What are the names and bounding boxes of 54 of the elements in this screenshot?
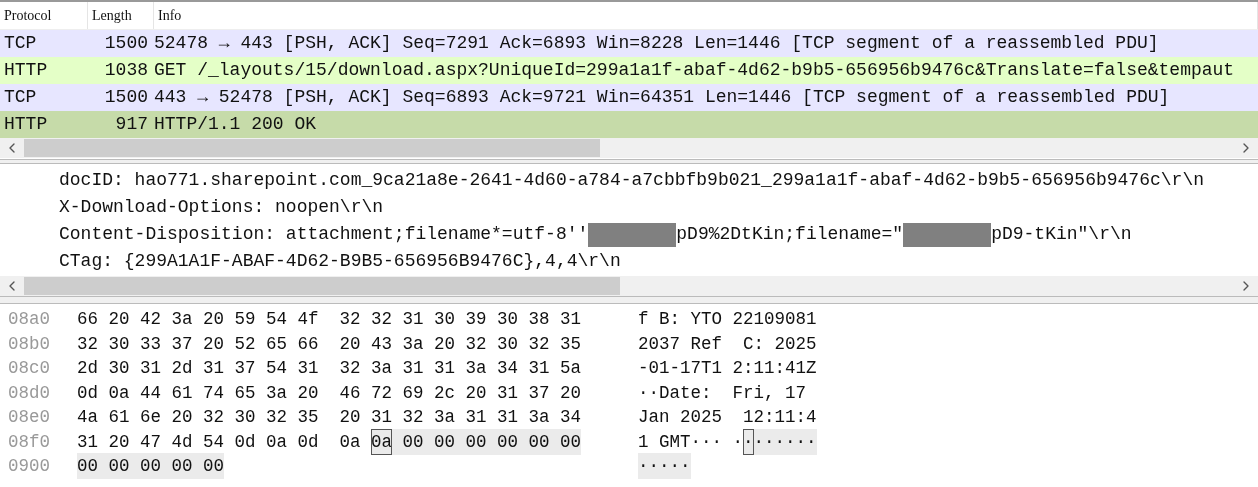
hex-bytes: 00 00 00 00 00: [77, 453, 225, 480]
ascii-text: ··Date: Fri, 17: [638, 381, 808, 405]
column-header[interactable]: Protocol: [0, 2, 88, 29]
ascii-text: f B: YTO 22109081: [638, 308, 817, 332]
scrollbar-thumb[interactable]: [24, 277, 620, 295]
protocol-cell-text: HTTP: [3, 113, 49, 136]
protocol-cell-text: HTTP: [3, 59, 49, 82]
horizontal-scrollbar[interactable]: [0, 276, 1258, 296]
length-cell-text: 917: [114, 113, 149, 136]
hex-bytes: 31 20 47 4d 54 0d 0a 0d 0a: [77, 430, 362, 454]
ascii-text: ·····: [638, 453, 691, 480]
length-cell-text: 1038: [103, 59, 149, 82]
offset-label: 08c0: [7, 357, 51, 381]
length-cell-text: 1500: [103, 86, 149, 109]
info-cell-text: 52478 → 443 [PSH, ACK] Seq=7291 Ack=6893 Win=8228 Len=1446 [TCP segment of a reassembled PDU]: [154, 32, 1159, 55]
packet-row[interactable]: HTTP 1038 GET /_layouts/15/download.aspx?UniqueId=299a1a1f-abaf-4d62-b9b5-656956b9476c&Translate=false&tempaut: [0, 57, 1258, 84]
offset-label: 08e0: [7, 406, 51, 430]
offset-label: 08a0: [7, 308, 51, 332]
info-cell-text: GET /_layouts/15/download.aspx?UniqueId=299a1a1f-abaf-4d62-b9b5-656956b9476c&Translate=false&tempaut: [154, 59, 1235, 82]
cursor-hex-bytes: 0a: [371, 428, 393, 455]
offset-label: 08b0: [7, 332, 51, 356]
packet-row[interactable]: TCP 1500 443 → 52478 [PSH, ACK] Seq=6893 Ack=9721 Win=64351 Len=1446 [TCP segment of a reassembled PDU]: [0, 84, 1258, 111]
info-cell-text: HTTP/1.1 200 OK: [154, 113, 317, 136]
hex-bytes: 32 30 33 37 20 52 65 66 20 43 3a 20 32 30 32 35: [77, 332, 582, 356]
hex-bytes: 66 20 42 3a 20 59 54 4f 32 32 31 30 39 30 38 31: [77, 308, 582, 332]
packet-row[interactable]: HTTP 917 HTTP/1.1 200 OK: [0, 111, 1258, 138]
offset-label: 0900: [7, 455, 51, 479]
length-cell-text: 1500: [103, 32, 149, 55]
info-cell-text: 443 → 52478 [PSH, ACK] Seq=6893 Ack=9721 Win=64351 Len=1446 [TCP segment of a reassembled PDU]: [154, 86, 1170, 109]
detail-text: pD9-tKin"\r\n: [991, 223, 1132, 246]
offset-label: 08f0: [7, 430, 51, 454]
ascii-text: 1 GMT··· ·: [638, 430, 744, 454]
cursor-ascii-text: ·: [743, 428, 754, 455]
detail-text: docID: hao771.sharepoint.com_9ca21a8e-2641-4d60-a784-a7cbbfb9b021_299a1a1f-abaf-4d62-b9b5-656956b9476c\r\n: [59, 169, 1204, 192]
ascii-text: 2037 Ref C: 2025: [638, 332, 817, 356]
horizontal-scrollbar[interactable]: [0, 138, 1258, 158]
packet-row[interactable]: TCP 1500 52478 → 443 [PSH, ACK] Seq=7291 Ack=6893 Win=8228 Len=1446 [TCP segment of a reassembled PDU]: [0, 30, 1258, 57]
hex-bytes: 00 00 00 00 00 00: [392, 428, 582, 455]
column-header[interactable]: Length: [88, 2, 154, 29]
offset-label: 08d0: [7, 381, 51, 405]
ascii-text: -01-17T1 2:11:41Z: [638, 357, 817, 381]
scrollbar-thumb[interactable]: [24, 139, 600, 157]
protocol-cell-text: TCP: [3, 86, 38, 109]
ascii-text: ······: [753, 428, 817, 455]
protocol-cell-text: TCP: [3, 32, 38, 55]
detail-text: X-Download-Options: noopen\r\n: [59, 196, 384, 219]
detail-text: CTag: {299A1A1F-ABAF-4D62-B9B5-656956B9476C},4,4\r\n: [59, 250, 621, 273]
hex-bytes: 4a 61 6e 20 32 30 32 35 20 31 32 3a 31 31 3a 34: [77, 406, 582, 430]
hex-bytes: 0d 0a 44 61 74 65 3a 20 46 72 69 2c 20 31 37 20: [77, 381, 582, 405]
hex-bytes: 2d 30 31 2d 31 37 54 31 32 3a 31 31 3a 34 31 5a: [77, 357, 582, 381]
detail-text: Content-Disposition: attachment;filename*=utf-8'': [59, 223, 589, 246]
column-header[interactable]: Info: [154, 2, 1258, 29]
ascii-text: Jan 2025 12:11:4: [638, 406, 817, 430]
detail-text: pD9%2DtKin;filename=": [676, 223, 904, 246]
